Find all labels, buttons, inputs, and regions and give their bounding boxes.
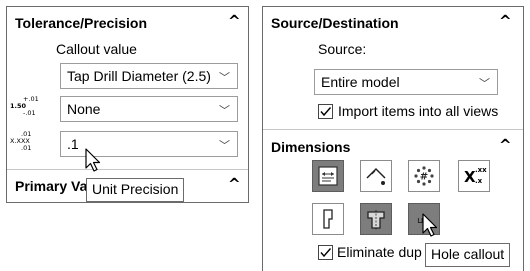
- tolerance-type-select[interactable]: None ﹀: [60, 96, 238, 122]
- source-label: Source:: [318, 41, 367, 57]
- section-divider: [263, 129, 523, 130]
- tolerance-type-icon: +.01 1.50 -.01: [10, 96, 42, 120]
- chevron-up-icon[interactable]: ^: [228, 12, 241, 30]
- tolerance-type-text: None: [67, 101, 101, 117]
- import-items-checkbox[interactable]: [318, 104, 333, 119]
- checkmark-icon: [320, 107, 332, 117]
- unit-precision-tooltip: Unit Precision: [86, 178, 185, 202]
- svg-text:#: #: [420, 172, 428, 183]
- dimensions-header[interactable]: Dimensions: [271, 139, 350, 155]
- tol-icon-bot: -.01: [23, 109, 36, 117]
- xx-icon-sup: .xx: [475, 166, 487, 174]
- chevron-down-icon: ﹀: [479, 77, 490, 90]
- callout-value-label: Callout value: [56, 41, 137, 57]
- chevron-up-icon[interactable]: ^: [228, 175, 241, 193]
- import-items-label[interactable]: Import items into all views: [338, 103, 498, 119]
- hole-pattern-icon: #: [414, 166, 434, 186]
- instance-count-button[interactable]: #: [408, 160, 440, 192]
- chevron-down-icon: ﹀: [219, 71, 230, 84]
- mouse-pointer-icon: [422, 213, 438, 237]
- xx-icon-sub: .x: [475, 177, 483, 185]
- chevron-up-icon[interactable]: ^: [499, 12, 512, 30]
- checkmark-icon: [320, 248, 332, 258]
- hole-wizard-profiles-button[interactable]: [360, 203, 392, 235]
- chevron-up-icon[interactable]: ^: [499, 136, 512, 154]
- chevron-down-icon: ﹀: [219, 139, 230, 152]
- source-select-text: Entire model: [321, 74, 400, 90]
- tolerance-precision-header[interactable]: Tolerance/Precision: [15, 15, 147, 31]
- marked-for-drawing-button[interactable]: [312, 160, 344, 192]
- source-destination-header[interactable]: Source/Destination: [271, 15, 399, 31]
- eliminate-duplicates-checkbox[interactable]: [318, 245, 333, 260]
- callout-value-select[interactable]: Tap Drill Diameter (2.5) ﹀: [60, 63, 238, 89]
- eliminate-duplicates-label[interactable]: Eliminate dup: [337, 244, 422, 260]
- hole-wizard-locations-button[interactable]: [312, 203, 344, 235]
- unit-precision-text: .1: [67, 136, 79, 152]
- mouse-pointer-icon: [85, 148, 101, 172]
- xx-icon-main: X: [464, 168, 476, 186]
- prec-icon-bot: .01: [21, 144, 32, 152]
- tolerance-dimensions-button[interactable]: X .xx .x: [458, 160, 490, 192]
- dimension-frame-icon: [318, 166, 338, 186]
- chevron-down-icon: ﹀: [219, 104, 230, 117]
- angle-dimension-icon: [366, 167, 386, 185]
- profile-icon: [323, 209, 333, 229]
- tolerance-x-icon: X .xx .x: [464, 166, 488, 188]
- unit-precision-icon: .01 X.XXX .01: [10, 131, 42, 155]
- source-destination-panel: Source/Destination ^ Source: Entire mode…: [262, 6, 524, 271]
- callout-value-text: Tap Drill Diameter (2.5): [67, 68, 211, 84]
- hole-callout-tooltip: Hole callout: [425, 243, 511, 267]
- tolerance-precision-panel: Tolerance/Precision ^ Callout value Tap …: [6, 6, 249, 203]
- source-select[interactable]: Entire model ﹀: [314, 69, 498, 95]
- section-divider: [7, 169, 248, 170]
- not-marked-for-drawing-button[interactable]: [360, 160, 392, 192]
- primary-value-header[interactable]: Primary Va: [15, 178, 87, 194]
- counterbore-icon: [367, 210, 385, 230]
